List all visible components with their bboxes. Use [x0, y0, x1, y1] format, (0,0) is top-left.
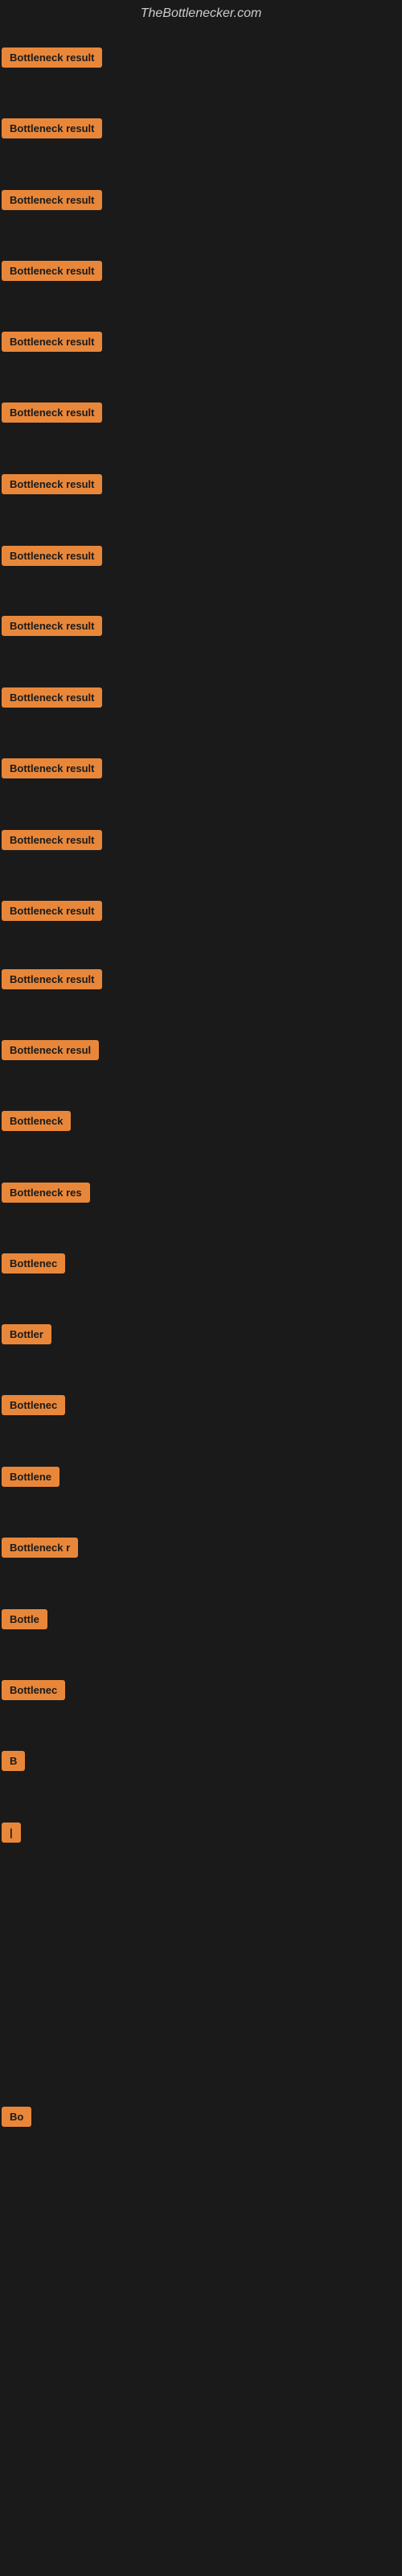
bottleneck-badge[interactable]: Bottleneck result: [2, 969, 102, 989]
bottleneck-badge[interactable]: B: [2, 1751, 25, 1771]
bottleneck-badge[interactable]: Bottleneck result: [2, 261, 102, 281]
bottleneck-badge[interactable]: Bottleneck: [2, 1111, 71, 1131]
bottleneck-badge[interactable]: Bottleneck r: [2, 1538, 78, 1558]
bottleneck-badge[interactable]: Bottleneck result: [2, 546, 102, 566]
bottleneck-badge[interactable]: Bottleneck resul: [2, 1040, 99, 1060]
list-item: Bottler: [2, 1323, 51, 1350]
list-item: Bottleneck result: [2, 686, 102, 713]
list-item: Bottlenec: [2, 1252, 65, 1279]
bottleneck-badge[interactable]: Bottleneck result: [2, 758, 102, 778]
list-item: Bottle: [2, 1608, 47, 1635]
bottleneck-badge[interactable]: Bottlenec: [2, 1680, 65, 1700]
bottleneck-badge[interactable]: Bottlenec: [2, 1253, 65, 1274]
list-item: Bottleneck: [2, 1109, 71, 1137]
list-item: Bottlene: [2, 1465, 59, 1492]
bottleneck-badge[interactable]: Bottleneck result: [2, 830, 102, 850]
list-item: Bottleneck result: [2, 828, 102, 856]
list-item: |: [2, 1821, 21, 1848]
bottleneck-badge[interactable]: Bottleneck result: [2, 687, 102, 708]
bottleneck-badge[interactable]: Bottlenec: [2, 1395, 65, 1415]
list-item: Bottlenec: [2, 1678, 65, 1706]
bottleneck-badge[interactable]: Bo: [2, 2107, 31, 2127]
bottleneck-badge[interactable]: Bottlene: [2, 1467, 59, 1487]
bottleneck-badge[interactable]: Bottleneck result: [2, 118, 102, 138]
list-item: B: [2, 1749, 25, 1777]
bottleneck-badge[interactable]: Bottleneck res: [2, 1183, 90, 1203]
list-item: Bottleneck result: [2, 188, 102, 216]
list-item: Bo: [2, 2105, 31, 2132]
site-header: TheBottlenecker.com: [0, 0, 402, 27]
bottleneck-badge[interactable]: Bottleneck result: [2, 616, 102, 636]
list-item: Bottleneck result: [2, 757, 102, 784]
site-title: TheBottlenecker.com: [0, 0, 402, 27]
list-item: Bottleneck result: [2, 614, 102, 642]
list-item: Bottleneck result: [2, 401, 102, 428]
bottleneck-badge[interactable]: Bottle: [2, 1609, 47, 1629]
list-item: Bottleneck result: [2, 473, 102, 500]
list-item: Bottleneck result: [2, 899, 102, 927]
bottleneck-badge[interactable]: Bottleneck result: [2, 332, 102, 352]
bottleneck-badge[interactable]: Bottleneck result: [2, 402, 102, 423]
list-item: Bottleneck result: [2, 46, 102, 73]
bottleneck-badge[interactable]: Bottleneck result: [2, 190, 102, 210]
items-container: [0, 27, 402, 34]
list-item: Bottleneck result: [2, 330, 102, 357]
list-item: Bottleneck result: [2, 968, 102, 995]
bottleneck-badge[interactable]: Bottleneck result: [2, 47, 102, 68]
bottleneck-badge[interactable]: Bottler: [2, 1324, 51, 1344]
list-item: Bottleneck result: [2, 544, 102, 572]
list-item: Bottleneck res: [2, 1181, 90, 1208]
list-item: Bottleneck result: [2, 259, 102, 287]
bottleneck-badge[interactable]: Bottleneck result: [2, 474, 102, 494]
list-item: Bottleneck resul: [2, 1038, 99, 1066]
list-item: Bottlenec: [2, 1393, 65, 1421]
bottleneck-badge[interactable]: Bottleneck result: [2, 901, 102, 921]
bottleneck-badge[interactable]: |: [2, 1823, 21, 1843]
list-item: Bottleneck result: [2, 117, 102, 144]
list-item: Bottleneck r: [2, 1536, 78, 1563]
